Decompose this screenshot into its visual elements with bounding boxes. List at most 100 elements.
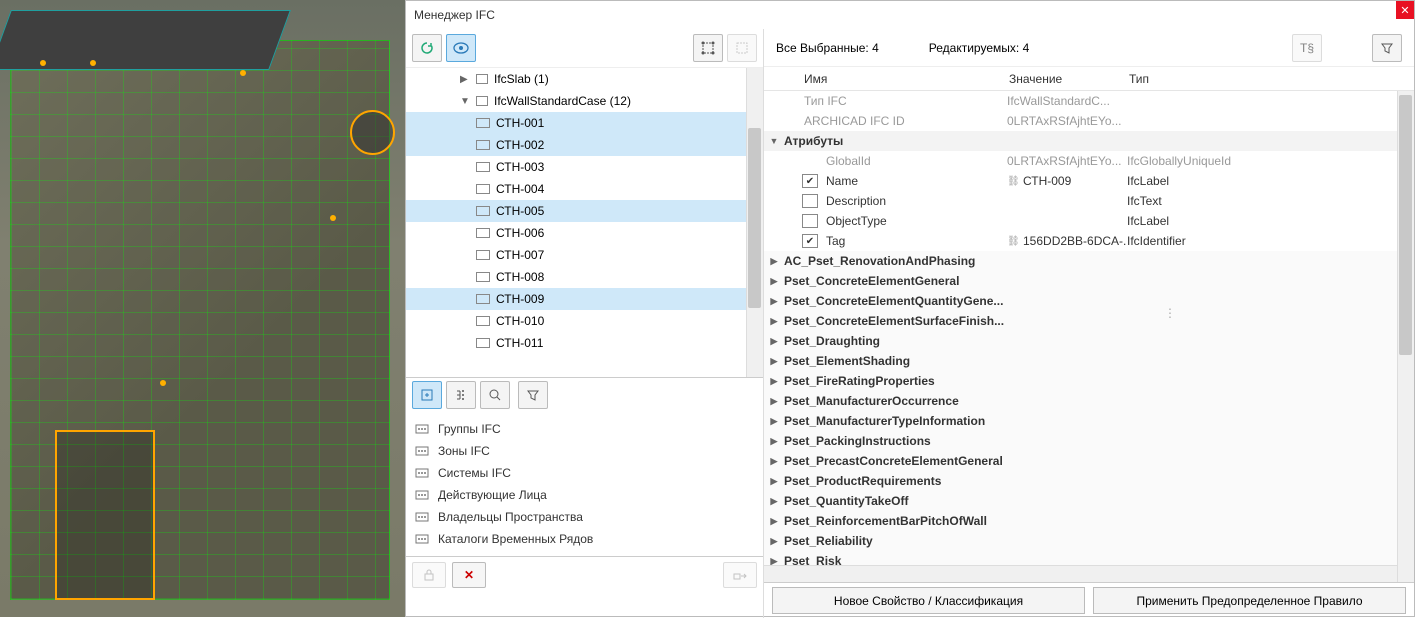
type-filter-button[interactable]: T§ <box>1292 34 1322 62</box>
view-mode-button[interactable] <box>446 34 476 62</box>
tree-label: IfcWallStandardCase (12) <box>494 94 631 108</box>
prop-attr-tag[interactable]: ✔Tag⛓156DD2BB-6DCA-...IfcIdentifier <box>764 231 1414 251</box>
prop-archicad-id[interactable]: ARCHICAD IFC ID0LRTAxRSfAjhtEYo... <box>764 111 1414 131</box>
prop-pset[interactable]: ▶Pset_PackingInstructions <box>764 431 1414 451</box>
delete-button[interactable]: ✕ <box>452 562 486 588</box>
prop-pset[interactable]: ▶Pset_ManufacturerTypeInformation <box>764 411 1414 431</box>
tree-item[interactable]: СТН-010 <box>406 310 763 332</box>
status-editable: Редактируемых: 4 <box>929 41 1029 55</box>
ifc-tree[interactable]: ▶ IfcSlab (1) ▼ IfcWallStandardCase (12)… <box>406 67 763 377</box>
tree-label: IfcSlab (1) <box>494 72 549 86</box>
tree-item[interactable]: СТН-002 <box>406 134 763 156</box>
new-property-button[interactable]: Новое Свойство / Классификация <box>772 587 1085 614</box>
titlebar[interactable]: Менеджер IFC ✕ <box>406 1 1414 29</box>
property-grid[interactable]: Тип IFCIfcWallStandardC...ARCHICAD IFC I… <box>764 91 1414 582</box>
splitter[interactable] <box>1163 31 1171 580</box>
search-button[interactable] <box>480 381 510 409</box>
right-button-bar: Новое Свойство / Классификация Применить… <box>764 582 1414 618</box>
column-name[interactable]: Имя <box>764 72 1009 86</box>
tree-item[interactable]: СТН-007 <box>406 244 763 266</box>
prop-pset[interactable]: ▶Pset_ConcreteElementGeneral <box>764 271 1414 291</box>
chain-icon: ⛓ <box>1007 176 1019 186</box>
list-item[interactable]: Владельцы Пространства <box>414 506 755 528</box>
wall-icon <box>476 272 490 282</box>
prop-pset[interactable]: ▶Pset_Draughting <box>764 331 1414 351</box>
tree-item-label: СТН-004 <box>496 182 544 196</box>
left-bottom-bar: ✕ <box>406 556 763 592</box>
prop-type-ifc[interactable]: Тип IFCIfcWallStandardC... <box>764 91 1414 111</box>
list-item[interactable]: Действующие Лица <box>414 484 755 506</box>
props-hscroll[interactable] <box>764 565 1397 582</box>
list-item[interactable]: Каталоги Временных Рядов <box>414 528 755 550</box>
checkbox-icon[interactable]: ✔ <box>802 234 818 248</box>
prop-attr-name[interactable]: ✔Name⛓СТН-009IfcLabel <box>764 171 1414 191</box>
prop-pset[interactable]: ▶Pset_PrecastConcreteElementGeneral <box>764 451 1414 471</box>
prop-pset[interactable]: ▶Pset_FireRatingProperties <box>764 371 1414 391</box>
tree-node-wall[interactable]: ▼ IfcWallStandardCase (12) <box>406 90 763 112</box>
tree-item-label: СТН-001 <box>496 116 544 130</box>
tree-item[interactable]: СТН-003 <box>406 156 763 178</box>
prop-pset[interactable]: ▶Pset_ManufacturerOccurrence <box>764 391 1414 411</box>
type-icon <box>476 96 488 106</box>
prop-pset[interactable]: ▶AC_Pset_RenovationAndPhasing <box>764 251 1414 271</box>
select-mode-button[interactable] <box>693 34 723 62</box>
list-item-label: Группы IFC <box>438 422 501 436</box>
tree-item[interactable]: СТН-009 <box>406 288 763 310</box>
checkbox-icon[interactable]: ✔ <box>802 174 818 188</box>
checkbox-icon[interactable] <box>802 214 818 228</box>
tree-scrollbar[interactable] <box>746 68 763 377</box>
status-selected: Все Выбранные: 4 <box>776 41 879 55</box>
tree-item[interactable]: СТН-006 <box>406 222 763 244</box>
column-type[interactable]: Тип <box>1129 72 1414 86</box>
prop-pset[interactable]: ▶Pset_ConcreteElementQuantityGene... <box>764 291 1414 311</box>
scroll-thumb[interactable] <box>748 128 761 308</box>
chain-icon: ⛓ <box>1007 236 1019 246</box>
apply-rule-button[interactable]: Применить Предопределенное Правило <box>1093 587 1406 614</box>
tree-node-slab[interactable]: ▶ IfcSlab (1) <box>406 68 763 90</box>
left-toolbar <box>406 29 763 67</box>
mode-assign-button[interactable] <box>412 381 442 409</box>
category-icon <box>414 532 430 546</box>
refresh-button[interactable] <box>412 34 442 62</box>
tree-item[interactable]: СТН-011 <box>406 332 763 354</box>
prop-pset[interactable]: ▶Pset_ReinforcementBarPitchOfWall <box>764 511 1414 531</box>
assign-button[interactable] <box>723 562 757 588</box>
list-item[interactable]: Зоны IFC <box>414 440 755 462</box>
checkbox-icon[interactable] <box>802 194 818 208</box>
prop-pset[interactable]: ▶Pset_ProductRequirements <box>764 471 1414 491</box>
lock-button[interactable] <box>412 562 446 588</box>
list-item[interactable]: Группы IFC <box>414 418 755 440</box>
wall-icon <box>476 140 490 150</box>
scroll-thumb[interactable] <box>1399 95 1412 355</box>
prop-pset[interactable]: ▶Pset_ElementShading <box>764 351 1414 371</box>
tree-item[interactable]: СТН-004 <box>406 178 763 200</box>
prop-pset[interactable]: ▶Pset_ConcreteElementSurfaceFinish... <box>764 311 1414 331</box>
tree-item[interactable]: СТН-001 <box>406 112 763 134</box>
close-button[interactable]: ✕ <box>1396 1 1414 19</box>
list-item-label: Системы IFC <box>438 466 511 480</box>
property-header: Имя Значение Тип <box>764 67 1414 91</box>
filter-button[interactable] <box>727 34 757 62</box>
wall-icon <box>476 250 490 260</box>
options-button[interactable] <box>518 381 548 409</box>
ifc-manager-dialog: Менеджер IFC ✕ ▶ IfcSlab (1) ▼ IfcWall <box>405 0 1415 617</box>
category-icon <box>414 488 430 502</box>
prop-attr-globalid[interactable]: GlobalId0LRTAxRSfAjhtEYo...IfcGloballyUn… <box>764 151 1414 171</box>
props-scrollbar[interactable] <box>1397 91 1414 582</box>
tree-item[interactable]: СТН-008 <box>406 266 763 288</box>
prop-attr-description[interactable]: DescriptionIfcText <box>764 191 1414 211</box>
right-panel: Все Выбранные: 4 Редактируемых: 4 T§ Имя… <box>764 29 1414 618</box>
column-value[interactable]: Значение <box>1009 72 1129 86</box>
funnel-filter-button[interactable] <box>1372 34 1402 62</box>
list-item[interactable]: Системы IFC <box>414 462 755 484</box>
selection-dot <box>330 215 336 221</box>
tree-item-label: СТН-010 <box>496 314 544 328</box>
prop-pset[interactable]: ▶Pset_Reliability <box>764 531 1414 551</box>
type-icon <box>476 74 488 84</box>
mode-tree-button[interactable] <box>446 381 476 409</box>
viewport-3d[interactable] <box>0 0 405 617</box>
prop-pset[interactable]: ▶Pset_QuantityTakeOff <box>764 491 1414 511</box>
prop-attr-objecttype[interactable]: ObjectTypeIfcLabel <box>764 211 1414 231</box>
prop-group-attributes[interactable]: ▼Атрибуты <box>764 131 1414 151</box>
tree-item[interactable]: СТН-005 <box>406 200 763 222</box>
